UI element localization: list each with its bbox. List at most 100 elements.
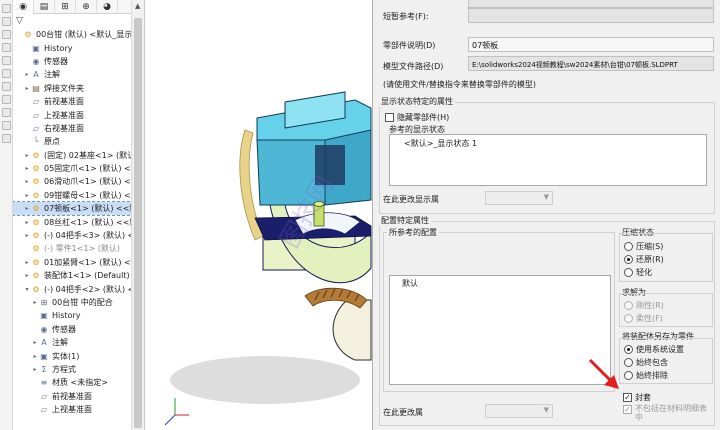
- expand-arrow-icon[interactable]: ▸: [23, 82, 31, 95]
- lightweight-radio[interactable]: [624, 268, 633, 277]
- tool-icon[interactable]: [2, 95, 11, 104]
- collapse-arrow-icon[interactable]: ▾: [23, 283, 31, 296]
- expand-arrow-icon[interactable]: ▸: [31, 336, 39, 349]
- configuration-tab[interactable]: ⊞: [55, 0, 76, 14]
- resolve-radio[interactable]: [624, 255, 633, 264]
- expand-arrow-icon[interactable]: ▸: [23, 149, 31, 162]
- scroll-up-icon[interactable]: ▲: [135, 2, 140, 10]
- tree-item[interactable]: ▸ Σ 方程式: [13, 363, 144, 376]
- tree-item[interactable]: ▸ ⊞ 00台钳 中的配合: [13, 296, 144, 309]
- tree-item[interactable]: ▣ History: [13, 309, 144, 322]
- tree-item[interactable]: ▸ A 注解: [13, 68, 144, 81]
- property-manager-tab[interactable]: ▤: [34, 0, 55, 14]
- tree-scrollbar[interactable]: ▲: [131, 0, 144, 430]
- tree-item[interactable]: ≡ 材质 <未指定>: [13, 376, 144, 389]
- display-state-item[interactable]: <默认>_显示状态 1: [404, 138, 477, 149]
- name-field[interactable]: [468, 0, 714, 8]
- display-scope-dropdown[interactable]: ▼: [485, 191, 553, 205]
- tool-icon[interactable]: [2, 17, 11, 26]
- scroll-thumb[interactable]: [134, 18, 142, 428]
- expand-arrow-icon[interactable]: ▸: [31, 296, 39, 309]
- exclude-bom-checkbox[interactable]: ✓: [623, 405, 632, 414]
- short-ref-field[interactable]: [468, 8, 714, 23]
- config-item[interactable]: 默认: [402, 278, 418, 289]
- axis-z: [164, 414, 176, 426]
- tree-item[interactable]: ▸ ⚙ 05固定爪<1> (默认) <<: [13, 162, 144, 175]
- tree-item[interactable]: ⚙ 00台钳 (默认) <默认_显示状: [13, 28, 144, 41]
- tree-item[interactable]: ▸ ⚙ 06滑动爪<1> (默认) <<: [13, 175, 144, 188]
- model-view[interactable]: 图技网: [145, 0, 372, 430]
- hide-part-checkbox[interactable]: [385, 113, 394, 122]
- change-config-label: 在此更改属: [383, 408, 423, 417]
- tool-icon[interactable]: [2, 43, 11, 52]
- expand-arrow-icon[interactable]: ▸: [31, 350, 39, 363]
- dimxpert-tab[interactable]: ⊕: [76, 0, 97, 14]
- compress-box: [619, 233, 713, 282]
- tool-icon[interactable]: [2, 69, 11, 78]
- tree-item[interactable]: ▸ A 注解: [13, 336, 144, 349]
- tree-item[interactable]: ▸ ⚙ 装配体1<1> (Default): [13, 269, 144, 282]
- tree-item[interactable]: ▸ ⚙ 07顿板<1> (默认) <<默: [13, 201, 144, 217]
- expand-arrow-icon[interactable]: ▸: [23, 269, 31, 282]
- tree-item-label: 材质 <未指定>: [52, 378, 108, 388]
- tree-item[interactable]: ▣ History: [13, 41, 144, 54]
- tool-icon[interactable]: [2, 56, 11, 65]
- filter-icon[interactable]: ▽: [16, 16, 23, 26]
- left-icon-strip: [0, 0, 13, 430]
- tree-item[interactable]: ▸ ▤ 焊接文件夹: [13, 82, 144, 95]
- tree-item[interactable]: ▸ ▣ 实体(1): [13, 349, 144, 362]
- rigid-radio[interactable]: [624, 301, 633, 310]
- tree-item[interactable]: ◉ 传感器: [13, 323, 144, 336]
- tool-icon[interactable]: [2, 82, 11, 91]
- part-icon: ⚙: [32, 257, 40, 267]
- system-setting-radio[interactable]: [624, 345, 633, 354]
- expand-arrow-icon[interactable]: ▸: [23, 256, 31, 269]
- expand-arrow-icon[interactable]: ▸: [23, 175, 31, 188]
- tool-icon[interactable]: [2, 108, 11, 117]
- tool-icon[interactable]: [2, 121, 11, 130]
- tree-item[interactable]: ▾ ⚙ (-) 04把手<2> (默认) <<: [13, 282, 144, 295]
- expand-arrow-icon[interactable]: ▸: [23, 162, 31, 175]
- short-ref-label: 短暂参考(F):: [383, 12, 429, 21]
- tree-item-label: 01加紧臂<1> (默认) <<: [44, 257, 138, 267]
- feature-tree-tab[interactable]: ◉: [13, 0, 34, 14]
- tree-filter[interactable]: ▽: [13, 14, 144, 28]
- tree-item[interactable]: ▸ ⚙ 09钳螺母<1> (默认) <<: [13, 189, 144, 202]
- display-state-list[interactable]: <默认>_显示状态 1: [389, 134, 707, 186]
- expand-arrow-icon[interactable]: ▸: [23, 189, 31, 202]
- tree-item[interactable]: ⚙ (-) 零件1<1> (默认): [13, 242, 144, 255]
- tool-icon[interactable]: [2, 134, 11, 143]
- tree-item-label: History: [52, 311, 81, 321]
- expand-arrow-icon[interactable]: ▸: [23, 229, 31, 242]
- expand-arrow-icon[interactable]: ▸: [23, 216, 31, 229]
- sensor-icon: ◉: [32, 56, 40, 66]
- envelope-checkbox[interactable]: ✓: [623, 393, 632, 402]
- display-manager-tab[interactable]: ◕: [97, 0, 118, 14]
- config-list[interactable]: 默认: [389, 275, 611, 385]
- model-path-field[interactable]: E:\solidworks2024视频教程\sw2024素材\台钳\07顿板.S…: [468, 56, 714, 71]
- compress-radio[interactable]: [624, 242, 633, 251]
- expand-arrow-icon[interactable]: ▸: [23, 202, 31, 215]
- tree-item[interactable]: ▱ 前视基准面: [13, 390, 144, 403]
- tool-icon[interactable]: [2, 4, 11, 13]
- plane-icon: ▱: [32, 97, 40, 107]
- tree-item[interactable]: ▱ 右视基准面: [13, 122, 144, 135]
- tree-item[interactable]: ▸ ⚙ 01加紧臂<1> (默认) <<: [13, 256, 144, 269]
- expand-arrow-icon[interactable]: ▸: [23, 68, 31, 81]
- plane-icon: ▱: [32, 123, 40, 133]
- tree-item[interactable]: ◉ 传感器: [13, 55, 144, 68]
- tree-item[interactable]: ▱ 上视基准面: [13, 108, 144, 121]
- tree-item[interactable]: ▸ ⚙ (固定) 02基座<1> (默认): [13, 149, 144, 162]
- tool-icon[interactable]: [2, 30, 11, 39]
- tree-item[interactable]: ▱ 前视基准面: [13, 95, 144, 108]
- graphics-viewport[interactable]: 图技网: [145, 0, 372, 430]
- expand-arrow-icon[interactable]: ▸: [31, 363, 39, 376]
- tree-item[interactable]: ▱ 上视基准面: [13, 403, 144, 416]
- part-icon: ⚙: [32, 244, 40, 254]
- flexible-radio[interactable]: [624, 314, 633, 323]
- config-scope-dropdown[interactable]: ▼: [485, 404, 553, 418]
- part-desc-field[interactable]: 07顿板: [468, 37, 714, 52]
- tree-item[interactable]: ▸ ⚙ 08丝杠<1> (默认) <<默: [13, 215, 144, 228]
- tree-item[interactable]: ▸ ⚙ (-) 04把手<3> (默认) <<: [13, 229, 144, 242]
- tree-item[interactable]: └ 原点: [13, 135, 144, 148]
